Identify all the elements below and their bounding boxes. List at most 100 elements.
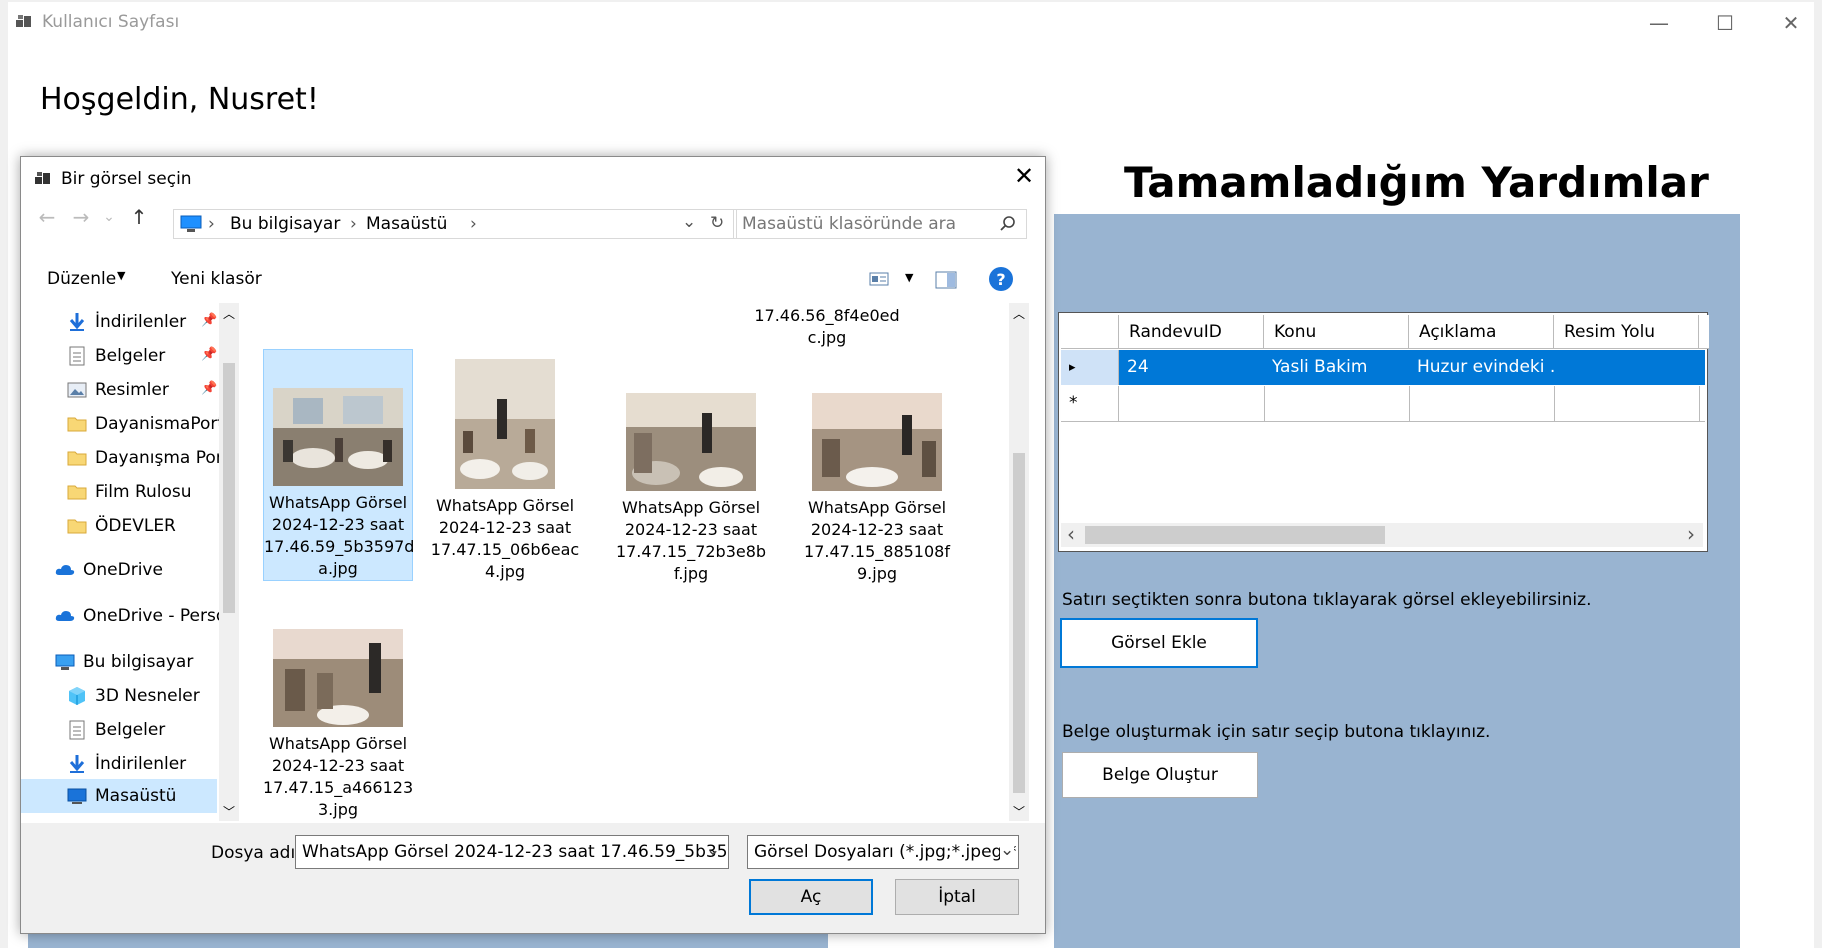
window-title: Kullanıcı Sayfası xyxy=(42,12,180,32)
address-dropdown-icon[interactable]: ⌄ xyxy=(682,212,696,232)
cell-divider xyxy=(1264,386,1265,421)
pin-icon: 📌 xyxy=(201,347,218,362)
organize-button[interactable]: Düzenle xyxy=(47,269,116,289)
file-name-line: a.jpg xyxy=(318,559,358,578)
breadcrumb-desktop[interactable]: Masaüstü xyxy=(366,214,447,234)
cloud-icon xyxy=(55,611,75,621)
close-button[interactable]: ✕ xyxy=(1758,6,1822,40)
maximize-button[interactable]: ☐ xyxy=(1692,6,1758,40)
navigation-pane: İndirilenler 📌 Belgeler 📌 Resimler 📌 Day… xyxy=(21,303,247,823)
filename-input[interactable]: WhatsApp Görsel 2024-12-23 saat 17.46.59… xyxy=(295,835,729,869)
pictures-icon xyxy=(67,382,87,398)
nav-item-label: İndirilenler xyxy=(95,312,187,332)
help-icon: ? xyxy=(996,269,1006,289)
back-button[interactable]: ← xyxy=(33,203,61,231)
column-header-resim-yolu[interactable]: Resim Yolu xyxy=(1554,315,1699,349)
nav-scrollbar[interactable]: ︿ ﹀ xyxy=(219,303,239,821)
address-bar[interactable]: › Bu bilgisayar › Masaüstü › ⌄ ↻ xyxy=(173,209,737,239)
scroll-down-icon[interactable]: ﹀ xyxy=(223,803,235,820)
file-item[interactable]: WhatsApp Görsel 2024-12-23 saat 17.47.15… xyxy=(425,359,585,583)
command-bar: Düzenle ▼ Yeni klasör ▼ ? xyxy=(21,257,1045,303)
scroll-up-icon[interactable]: ︿ xyxy=(223,305,235,322)
horizontal-scrollbar[interactable]: ‹ › xyxy=(1061,523,1703,547)
scroll-down-icon[interactable]: ﹀ xyxy=(1013,803,1025,820)
recent-locations-button[interactable]: ⌄ xyxy=(95,203,123,231)
column-header-randevuid[interactable]: RandevuID xyxy=(1119,315,1264,349)
scrollbar-thumb[interactable] xyxy=(223,363,235,613)
breadcrumb-this-pc[interactable]: Bu bilgisayar xyxy=(230,214,340,234)
up-button[interactable]: ↑ xyxy=(125,203,153,231)
add-image-button[interactable]: Görsel Ekle xyxy=(1060,618,1258,668)
file-name-line: 17.47.15_885108f xyxy=(804,542,950,561)
appointments-grid[interactable]: RandevuID Konu Açıklama Resim Yolu ▸ 24 … xyxy=(1058,312,1709,552)
cell-divider xyxy=(1554,386,1555,421)
table-row[interactable]: ▸ 24 Yasli Bakim Huzur evindeki ... xyxy=(1061,350,1705,385)
nav-item-label: İndirilenler xyxy=(95,754,187,774)
scroll-right-icon[interactable]: › xyxy=(1687,523,1695,545)
nav-item-label: Belgeler xyxy=(95,346,166,366)
refresh-icon[interactable]: ↻ xyxy=(710,213,724,233)
scroll-left-icon[interactable]: ‹ xyxy=(1067,523,1075,545)
column-header-konu[interactable]: Konu xyxy=(1264,315,1409,349)
file-view-scrollbar[interactable]: ︿ ﹀ xyxy=(1009,303,1029,821)
pin-icon: 📌 xyxy=(201,381,218,396)
view-dropdown-icon[interactable]: ▼ xyxy=(905,271,913,284)
photo-thumbnail xyxy=(273,388,403,486)
file-item-selected[interactable]: WhatsApp Görsel 2024-12-23 saat 17.46.59… xyxy=(263,349,414,581)
cancel-button[interactable]: İptal xyxy=(895,879,1019,915)
file-open-dialog: Bir görsel seçin ✕ ← → ⌄ ↑ › Bu bilgisay… xyxy=(20,156,1046,934)
minimize-icon: — xyxy=(1649,11,1669,35)
search-input[interactable]: Masaüstü klasöründe ara xyxy=(733,209,1027,239)
nav-item-label: Masaüstü xyxy=(95,786,177,806)
chevron-down-icon: ⌄ xyxy=(1000,840,1015,860)
file-name-line: 2024-12-23 saat xyxy=(438,518,572,537)
file-item-partial[interactable]: 17.46.56_8f4e0ed c.jpg xyxy=(747,305,907,349)
file-item[interactable]: WhatsApp Görsel 2024-12-23 saat 17.47.15… xyxy=(263,629,413,821)
photo-thumbnail xyxy=(812,393,942,491)
document-icon xyxy=(69,346,85,366)
file-name-line: WhatsApp Görsel xyxy=(268,734,408,753)
cell-aciklama[interactable]: Huzur evindeki ... xyxy=(1409,350,1554,385)
scrollbar-thumb[interactable] xyxy=(1085,526,1385,544)
download-icon xyxy=(69,755,85,773)
close-icon: ✕ xyxy=(1782,11,1800,35)
file-type-select[interactable]: Görsel Dosyaları (*.jpg;*.jpeg;*.p ⌄ xyxy=(747,835,1019,869)
new-row[interactable]: * xyxy=(1061,386,1705,422)
create-document-button[interactable]: Belge Oluştur xyxy=(1062,752,1258,798)
row-indicator: ▸ xyxy=(1061,350,1119,385)
open-button[interactable]: Aç xyxy=(749,879,873,915)
scrollbar-thumb[interactable] xyxy=(1013,453,1025,793)
photo-thumbnail xyxy=(626,393,756,491)
cell-konu[interactable]: Yasli Bakim xyxy=(1264,350,1409,385)
file-name-line: WhatsApp Görsel xyxy=(807,498,947,517)
column-header-aciklama[interactable]: Açıklama xyxy=(1409,315,1554,349)
preview-pane-icon[interactable] xyxy=(935,271,957,289)
desktop-icon xyxy=(67,788,87,804)
app-icon xyxy=(16,15,31,27)
minimize-button[interactable]: — xyxy=(1626,6,1692,40)
breadcrumb-separator: › xyxy=(470,214,477,234)
cell-resim-yolu[interactable] xyxy=(1554,350,1699,385)
file-item[interactable]: WhatsApp Görsel 2024-12-23 saat 17.47.15… xyxy=(611,393,771,585)
file-view: 17.46.56_8f4e0ed c.jpg WhatsApp Görsel 2… xyxy=(247,303,1029,823)
help-button[interactable]: ? xyxy=(989,267,1013,291)
photo-thumbnail xyxy=(455,359,555,489)
breadcrumb-separator: › xyxy=(208,214,215,234)
file-name-line: 2024-12-23 saat xyxy=(810,520,944,539)
file-item[interactable]: WhatsApp Görsel 2024-12-23 saat 17.47.15… xyxy=(797,393,957,585)
scroll-up-icon[interactable]: ︿ xyxy=(1013,305,1025,322)
nav-item-onedrive-personal[interactable]: OneDrive - Persor xyxy=(55,599,245,633)
filename-label: Dosya adı: xyxy=(211,843,301,863)
cell-randevuid[interactable]: 24 xyxy=(1119,350,1264,385)
view-options-icon[interactable] xyxy=(869,271,889,287)
forward-button[interactable]: → xyxy=(67,203,95,231)
document-icon xyxy=(69,720,85,740)
nav-item-label: Resimler xyxy=(95,380,169,400)
new-folder-button[interactable]: Yeni klasör xyxy=(171,269,262,289)
page-heading: Tamamladığım Yardımlar xyxy=(1124,158,1709,207)
welcome-label: Hoşgeldin, Nusret! xyxy=(40,82,319,117)
folder-icon xyxy=(67,485,87,500)
file-name-line: 2024-12-23 saat xyxy=(624,520,758,539)
chevron-down-icon: ⌄ xyxy=(706,840,721,860)
dialog-close-button[interactable]: ✕ xyxy=(1009,161,1039,191)
